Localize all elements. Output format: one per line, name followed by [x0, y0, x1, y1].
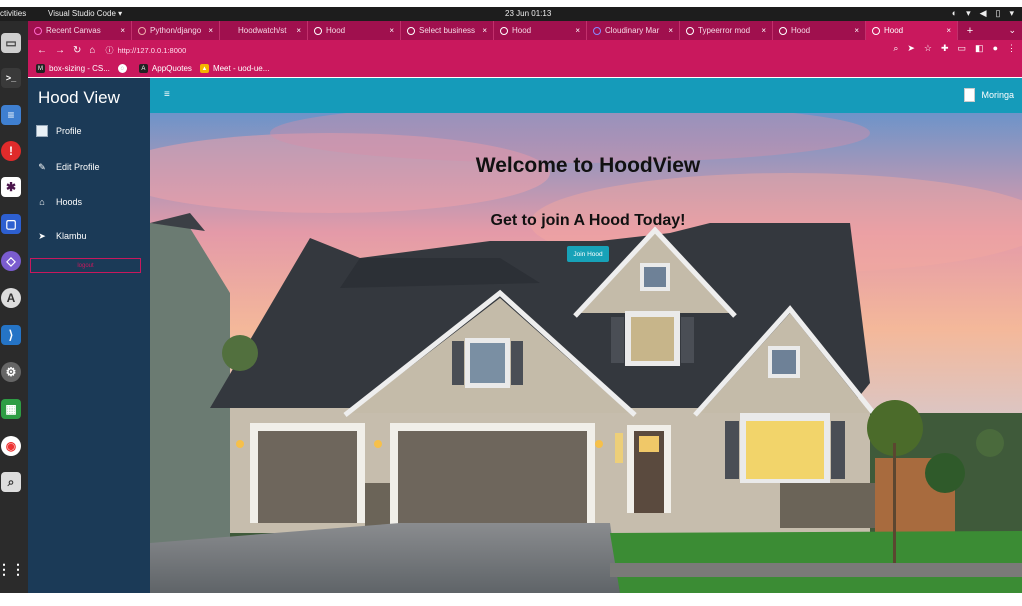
close-tab-icon[interactable]: × — [292, 26, 301, 35]
bookmark-item[interactable]: ▲ Meet - uod-ue... — [199, 64, 269, 73]
close-tab-icon[interactable]: × — [850, 26, 859, 35]
system-top-bar: ctivities Visual Studio Code ▾ 23 Jun 01… — [0, 7, 1022, 21]
tray-icon: ◐ — [951, 8, 958, 18]
back-icon[interactable]: ← — [37, 45, 47, 56]
menu-kebab-icon[interactable]: ⋮ — [1007, 43, 1016, 54]
bookmark-favicon-icon: A — [138, 64, 148, 73]
graph-app-icon[interactable]: ◇ — [1, 251, 21, 271]
hero-section: Welcome to HoodView Get to join A Hood T… — [150, 113, 1022, 593]
browser-tab[interactable]: Hood × — [773, 21, 866, 40]
clock[interactable]: 23 Jun 01:13 — [505, 9, 551, 18]
files-icon[interactable]: ▭ — [1, 33, 21, 53]
logout-button[interactable]: logout — [30, 258, 141, 273]
sidebar-item-klambu[interactable]: ➤ Klambu — [36, 230, 86, 242]
toolbar-actions: ⌕ ➤ ☆ ✚ ▭ ◧ ● ⋮ — [893, 43, 1016, 54]
new-tab-button[interactable]: + — [958, 21, 982, 40]
reload-icon[interactable]: ↻ — [73, 45, 81, 56]
close-tab-icon[interactable]: × — [385, 26, 394, 35]
browser-tab[interactable]: Hoodwatch/st × — [220, 21, 308, 40]
text-editor-icon[interactable]: ≡ — [1, 105, 21, 125]
settings-icon[interactable]: ⚙ — [1, 362, 21, 382]
browser-tab[interactable]: Python/django × — [132, 21, 220, 40]
user-menu[interactable]: Moringa — [964, 88, 1014, 102]
browser-tab[interactable]: Hood × — [494, 21, 587, 40]
app-menu[interactable]: Visual Studio Code ▾ — [48, 9, 122, 18]
send-icon: ➤ — [38, 230, 46, 241]
home-icon: ⌂ — [39, 197, 45, 207]
forward-icon[interactable]: → — [55, 45, 65, 56]
browser-tab[interactable]: Select business × — [401, 21, 494, 40]
slack-icon[interactable]: ✱ — [1, 177, 21, 197]
cast-icon[interactable]: ▭ — [958, 43, 967, 54]
power-menu-icon: ▾ — [1009, 8, 1014, 18]
sidepanel-icon[interactable]: ◧ — [975, 43, 984, 54]
system-tray[interactable]: ◐ ▾ ◀ ▯ ▾ — [952, 8, 1014, 19]
share-icon[interactable]: ➤ — [907, 43, 915, 54]
activities-button[interactable]: ctivities — [0, 9, 26, 18]
profile-avatar-icon[interactable]: ● — [993, 43, 998, 54]
close-tab-icon[interactable]: × — [664, 26, 673, 35]
hero-subtitle: Get to join A Hood Today! — [490, 212, 686, 229]
user-name: Moringa — [981, 90, 1014, 100]
sidebar-item-profile[interactable]: Profile — [36, 125, 82, 137]
image-icon — [36, 125, 48, 137]
home-icon[interactable]: ⌂ — [89, 45, 95, 56]
browser-tab[interactable]: Recent Canvas × — [28, 21, 132, 40]
volume-icon: ◀ — [979, 8, 987, 18]
vscode-icon[interactable]: ⟩ — [1, 325, 21, 345]
extensions-icon[interactable]: ✚ — [941, 43, 949, 54]
browser-tab[interactable]: Cloudinary Mar × — [587, 21, 680, 40]
zoom-icon[interactable]: ⌕ — [893, 43, 898, 54]
sidebar-item-hoods[interactable]: ⌂ Hoods — [36, 196, 82, 208]
avatar — [964, 88, 976, 102]
brand-title[interactable]: Hood View — [38, 88, 120, 108]
edit-icon: ✎ — [38, 161, 46, 172]
close-tab-icon[interactable]: × — [571, 26, 580, 35]
globe-icon: ◌ — [117, 64, 127, 73]
browser-tab-active[interactable]: Hood × — [866, 21, 958, 40]
bookmark-item[interactable]: Mbox-sizing - CS... — [36, 64, 110, 73]
bookmark-favicon-icon: M — [36, 64, 45, 73]
bookmarks-bar: Mbox-sizing - CS... ◌ A AppQuotes ▲ Meet -… — [28, 60, 1022, 77]
screen-top-strip — [0, 0, 1022, 7]
hero-title: Welcome to HoodView — [475, 154, 701, 177]
screenshot-icon[interactable]: ▢ — [1, 214, 21, 234]
address-bar[interactable]: http://127.0.0.1:8000 — [117, 46, 186, 55]
hero-house-image — [150, 113, 1022, 593]
hamburger-menu-icon[interactable]: ≡ — [164, 89, 170, 100]
close-tab-icon[interactable]: × — [757, 26, 766, 35]
chrome-icon[interactable]: ◉ — [1, 436, 21, 456]
bookmark-item[interactable]: A AppQuotes — [138, 64, 192, 73]
app-header: ≡ Moringa — [150, 78, 1022, 113]
app-sidebar: Hood View Profile ✎ Edit Profile ⌂ Hoods… — [28, 78, 150, 593]
browser-tab-strip: Recent Canvas × Python/django × Hoodwatch/… — [28, 21, 1022, 40]
browser-toolbar: ← → ↻ ⌂ ⓘ http://127.0.0.1:8000 ⌕ ➤ ☆ ✚ … — [28, 40, 1022, 60]
sidebar-item-edit-profile[interactable]: ✎ Edit Profile — [36, 161, 99, 173]
browser-tab[interactable]: Typeerror mod × — [680, 21, 773, 40]
terminal-icon[interactable]: >_ — [1, 68, 21, 88]
close-tab-icon[interactable]: × — [204, 26, 213, 35]
bookmark-favicon-icon: ▲ — [199, 64, 209, 73]
close-tab-icon[interactable]: × — [942, 26, 951, 35]
screen-bottom-strip — [0, 593, 1022, 606]
dock: ▭ >_ ≡ ! ✱ ▢ ◇ A ⟩ ⚙ ▦ ◉ ⌕ ⋮⋮ — [0, 21, 28, 593]
browser-tab[interactable]: Hood × — [308, 21, 401, 40]
battery-icon: ▯ — [995, 8, 1001, 18]
bookmark-star-icon[interactable]: ☆ — [924, 43, 932, 54]
site-info-icon[interactable]: ⓘ — [105, 45, 113, 56]
close-tab-icon[interactable]: × — [478, 26, 487, 35]
close-tab-icon[interactable]: × — [116, 26, 125, 35]
wifi-icon: ▾ — [966, 8, 971, 18]
image-viewer-icon[interactable]: ⌕ — [1, 472, 21, 492]
join-hood-button[interactable]: Join Hood — [567, 246, 609, 262]
show-apps-icon[interactable]: ⋮⋮ — [0, 559, 25, 579]
spreadsheet-icon[interactable]: ▦ — [1, 399, 21, 419]
bookmark-item[interactable]: ◌ — [117, 64, 131, 73]
software-center-icon[interactable]: A — [1, 288, 21, 308]
tab-search-chevron-icon[interactable]: ⌄ — [1002, 21, 1022, 40]
alert-app-icon[interactable]: ! — [1, 141, 21, 161]
